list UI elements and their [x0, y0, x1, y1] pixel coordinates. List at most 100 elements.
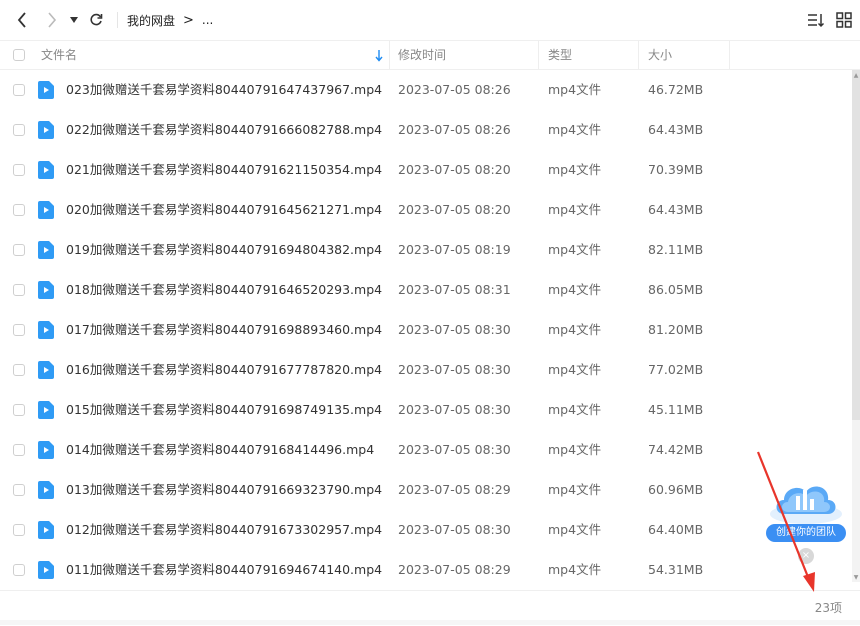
file-type: mp4文件	[548, 282, 602, 297]
history-dropdown-button[interactable]	[66, 10, 82, 30]
back-button[interactable]	[12, 10, 32, 30]
file-size: 45.11MB	[648, 402, 704, 417]
file-modified-time: 2023-07-05 08:26	[398, 122, 511, 137]
table-row[interactable]: 017加微赠送千套易学资料80440791698893460.mp4 2023-0…	[0, 310, 852, 350]
sort-button[interactable]	[807, 11, 825, 29]
file-name[interactable]: 019加微赠送千套易学资料80440791694804382.mp4	[66, 230, 382, 270]
table-row[interactable]: 016加微赠送千套易学资料80440791677787820.mp4 2023-0…	[0, 350, 852, 390]
row-checkbox[interactable]	[13, 204, 25, 216]
column-header-modified[interactable]: 修改时间	[398, 41, 446, 69]
column-header-size[interactable]: 大小	[648, 41, 672, 69]
video-file-icon	[38, 81, 54, 99]
video-file-icon	[38, 441, 54, 459]
file-modified-time: 2023-07-05 08:30	[398, 322, 511, 337]
breadcrumb-more[interactable]: ...	[202, 13, 213, 27]
row-checkbox[interactable]	[13, 564, 25, 576]
row-checkbox[interactable]	[13, 364, 25, 376]
grid-view-button[interactable]	[835, 11, 853, 29]
column-header-name[interactable]: 文件名	[41, 41, 77, 69]
sort-icon	[808, 14, 825, 28]
column-header-type[interactable]: 类型	[548, 41, 572, 69]
video-file-icon	[38, 361, 54, 379]
file-name[interactable]: 012加微赠送千套易学资料80440791673302957.mp4	[66, 510, 382, 550]
toolbar-divider	[117, 12, 118, 28]
column-divider[interactable]	[638, 41, 639, 69]
column-divider[interactable]	[729, 41, 730, 69]
file-size: 86.05MB	[648, 282, 704, 297]
file-modified-time: 2023-07-05 08:30	[398, 442, 511, 457]
file-modified-time: 2023-07-05 08:19	[398, 242, 511, 257]
select-all-checkbox[interactable]	[13, 49, 25, 61]
cloud-chart-icon	[770, 486, 842, 524]
scrollbar-thumb[interactable]	[852, 70, 860, 420]
table-row[interactable]: 015加微赠送千套易学资料80440791698749135.mp4 2023-0…	[0, 390, 852, 430]
file-name[interactable]: 022加微赠送千套易学资料80440791666082788.mp4	[66, 110, 382, 150]
video-file-icon	[38, 201, 54, 219]
create-team-widget[interactable]: 创建你的团队 ×	[766, 474, 848, 564]
file-modified-time: 2023-07-05 08:29	[398, 562, 511, 577]
file-name[interactable]: 018加微赠送千套易学资料80440791646520293.mp4	[66, 270, 382, 310]
table-row[interactable]: 022加微赠送千套易学资料80440791666082788.mp4 2023-0…	[0, 110, 852, 150]
file-modified-time: 2023-07-05 08:26	[398, 82, 511, 97]
file-name[interactable]: 015加微赠送千套易学资料80440791698749135.mp4	[66, 390, 382, 430]
table-row[interactable]: 013加微赠送千套易学资料80440791669323790.mp4 2023-0…	[0, 470, 852, 510]
file-type: mp4文件	[548, 362, 602, 377]
caret-down-icon	[70, 17, 78, 23]
row-checkbox[interactable]	[13, 444, 25, 456]
table-row[interactable]: 012加微赠送千套易学资料80440791673302957.mp4 2023-0…	[0, 510, 852, 550]
video-file-icon	[38, 281, 54, 299]
scroll-down-arrow-icon[interactable]: ▼	[852, 574, 860, 582]
file-name[interactable]: 014加微赠送千套易学资料8044079168414496.mp4	[66, 430, 374, 470]
video-file-icon	[38, 401, 54, 419]
row-checkbox[interactable]	[13, 164, 25, 176]
file-size: 70.39MB	[648, 162, 704, 177]
table-row[interactable]: 014加微赠送千套易学资料8044079168414496.mp4 2023-07…	[0, 430, 852, 470]
file-name[interactable]: 023加微赠送千套易学资料80440791647437967.mp4	[66, 70, 382, 110]
item-count: 23项	[814, 601, 842, 615]
row-checkbox[interactable]	[13, 484, 25, 496]
row-checkbox[interactable]	[13, 84, 25, 96]
file-type: mp4文件	[548, 522, 602, 537]
column-divider[interactable]	[538, 41, 539, 69]
file-modified-time: 2023-07-05 08:30	[398, 402, 511, 417]
forward-button[interactable]	[42, 10, 62, 30]
table-row[interactable]: 023加微赠送千套易学资料80440791647437967.mp4 2023-0…	[0, 70, 852, 110]
chevron-left-icon	[17, 12, 26, 28]
breadcrumb-separator-icon: >	[183, 12, 194, 28]
chevron-right-icon	[48, 12, 57, 28]
refresh-button[interactable]	[86, 10, 106, 30]
scroll-up-arrow-icon[interactable]: ▲	[852, 72, 860, 80]
bottom-strip	[0, 620, 860, 625]
file-name[interactable]: 017加微赠送千套易学资料80440791698893460.mp4	[66, 310, 382, 350]
file-type: mp4文件	[548, 482, 602, 497]
file-list-header: 文件名 修改时间 类型 大小	[0, 40, 860, 70]
row-checkbox[interactable]	[13, 244, 25, 256]
row-checkbox[interactable]	[13, 404, 25, 416]
file-name[interactable]: 013加微赠送千套易学资料80440791669323790.mp4	[66, 470, 382, 510]
table-row[interactable]: 021加微赠送千套易学资料80440791621150354.mp4 2023-0…	[0, 150, 852, 190]
close-icon[interactable]: ×	[798, 548, 814, 564]
breadcrumb: 我的网盘 > ...	[117, 0, 213, 40]
file-size: 64.43MB	[648, 202, 704, 217]
row-checkbox[interactable]	[13, 524, 25, 536]
toolbar: 我的网盘 > ...	[0, 0, 860, 40]
file-name[interactable]: 020加微赠送千套易学资料80440791645621271.mp4	[66, 190, 382, 230]
file-name[interactable]: 016加微赠送千套易学资料80440791677787820.mp4	[66, 350, 382, 390]
row-checkbox[interactable]	[13, 124, 25, 136]
refresh-icon	[90, 13, 103, 26]
table-row[interactable]: 019加微赠送千套易学资料80440791694804382.mp4 2023-0…	[0, 230, 852, 270]
table-row[interactable]: 020加微赠送千套易学资料80440791645621271.mp4 2023-0…	[0, 190, 852, 230]
file-type: mp4文件	[548, 322, 602, 337]
file-modified-time: 2023-07-05 08:31	[398, 282, 511, 297]
row-checkbox[interactable]	[13, 324, 25, 336]
file-name[interactable]: 021加微赠送千套易学资料80440791621150354.mp4	[66, 150, 382, 190]
file-name[interactable]: 011加微赠送千套易学资料80440791694674140.mp4	[66, 550, 382, 590]
create-team-label[interactable]: 创建你的团队	[766, 524, 846, 542]
breadcrumb-root[interactable]: 我的网盘	[127, 12, 175, 29]
file-modified-time: 2023-07-05 08:20	[398, 162, 511, 177]
row-checkbox[interactable]	[13, 284, 25, 296]
column-divider[interactable]	[389, 41, 390, 69]
table-row[interactable]: 018加微赠送千套易学资料80440791646520293.mp4 2023-0…	[0, 270, 852, 310]
table-row[interactable]: 011加微赠送千套易学资料80440791694674140.mp4 2023-0…	[0, 550, 852, 590]
sort-desc-arrow-icon[interactable]	[375, 41, 383, 69]
